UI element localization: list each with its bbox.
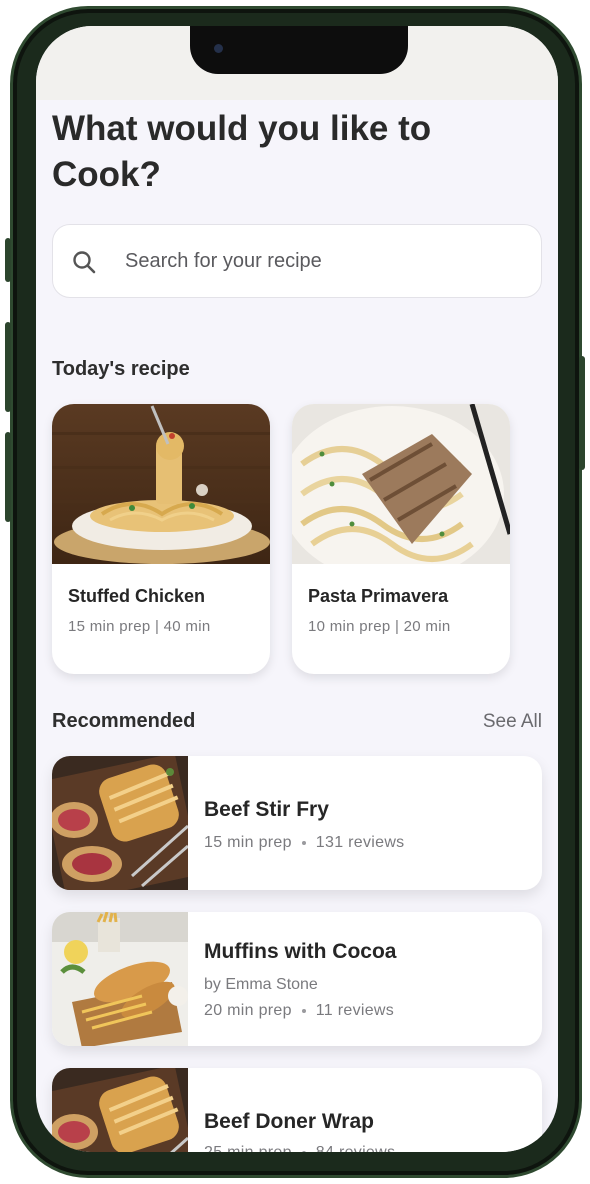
recipe-name: Stuffed Chicken: [68, 586, 206, 606]
recipe-image: [52, 912, 188, 1046]
app-screen: What would you like to Cook? Today's rec…: [36, 26, 558, 1152]
review-count: 84 reviews: [316, 1144, 395, 1152]
separator-dot: [301, 1150, 306, 1152]
recipe-image: [52, 404, 270, 564]
separator-dot: [301, 840, 306, 845]
recipe-name: Pasta Primavera: [308, 586, 449, 606]
today-section-title: Today's recipe: [52, 358, 190, 380]
volume-down-button: [5, 432, 11, 522]
recipe-image: [52, 1068, 188, 1152]
search-icon: [73, 251, 96, 274]
search-bar[interactable]: [52, 224, 542, 298]
today-recipe-card-pasta-primavera[interactable]: Pasta Primavera 10 min prep | 20 min: [292, 404, 510, 674]
silent-switch: [5, 238, 11, 282]
camera-dot: [214, 44, 223, 53]
recommended-card-beef-doner-wrap[interactable]: Beef Doner Wrap 25 min prep 84 reviews: [52, 1068, 542, 1152]
recipe-meta: 10 min prep | 20 min: [308, 618, 451, 635]
power-button: [579, 356, 585, 470]
recipe-meta: 15 min prep | 40 min: [68, 618, 211, 635]
see-all-link[interactable]: See All: [483, 711, 542, 733]
recipe-meta: 15 min prep 131 reviews: [204, 834, 404, 852]
recipe-image: [292, 404, 510, 564]
search-input[interactable]: [123, 225, 523, 297]
today-recipe-card-stuffed-chicken[interactable]: Stuffed Chicken 15 min prep | 40 min: [52, 404, 270, 674]
recipe-meta: 20 min prep 11 reviews: [204, 1002, 394, 1020]
recipe-image: [52, 756, 188, 890]
prep-time: 25 min prep: [204, 1144, 292, 1152]
review-count: 131 reviews: [315, 834, 405, 851]
recipe-name: Beef Doner Wrap: [204, 1110, 374, 1133]
recipe-name: Muffins with Cocoa: [204, 940, 397, 963]
recipe-meta: 25 min prep 84 reviews: [204, 1144, 395, 1152]
recipe-author: by Emma Stone: [204, 976, 318, 993]
prep-time: 15 min prep: [204, 834, 292, 851]
review-count: 11 reviews: [315, 1002, 395, 1019]
page-title: What would you like to Cook?: [52, 109, 432, 194]
recipe-name: Beef Stir Fry: [204, 798, 329, 821]
recommended-section-title: Recommended: [52, 710, 196, 732]
volume-up-button: [5, 322, 11, 412]
recommended-card-muffins-with-cocoa[interactable]: Muffins with Cocoa by Emma Stone 20 min …: [52, 912, 542, 1046]
separator-dot: [301, 1008, 306, 1013]
prep-time: 20 min prep: [204, 1002, 292, 1019]
recommended-card-beef-stir-fry[interactable]: Beef Stir Fry 15 min prep 131 reviews: [52, 756, 542, 890]
